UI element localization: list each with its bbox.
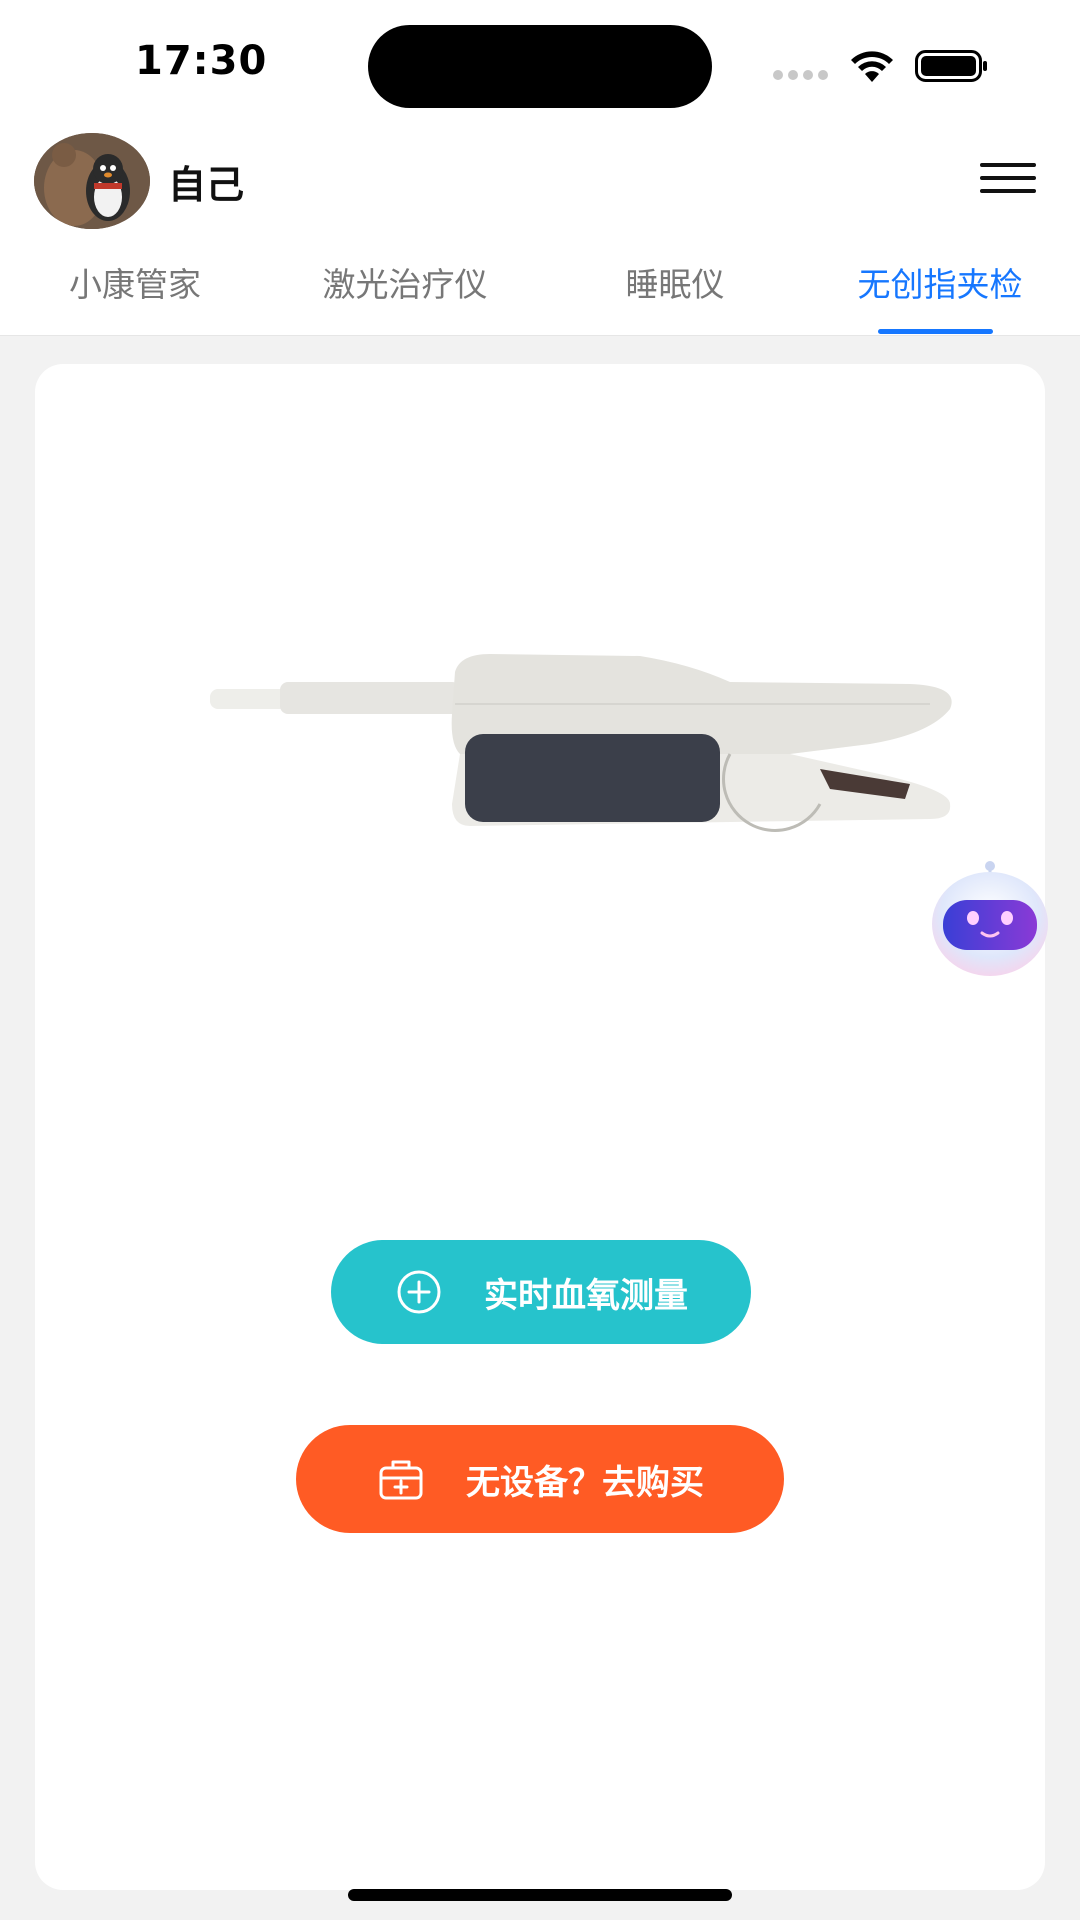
status-bar: 17:30 [0, 0, 1080, 130]
active-tab-indicator [878, 329, 993, 334]
tab-xiaokang-manager[interactable]: 小康管家 [40, 255, 230, 335]
device-tabs: 小康管家 激光治疗仪 睡眠仪 无创指夹检 [0, 255, 1080, 335]
finger-clip-sensor-image [210, 654, 952, 832]
avatar[interactable] [34, 133, 150, 229]
app-header: 自己 小康管家 激光治疗仪 睡眠仪 无创指夹检 [0, 130, 1080, 336]
hamburger-menu-icon[interactable] [980, 163, 1036, 195]
cellular-signal-icon [773, 70, 829, 80]
tab-sleep-device[interactable]: 睡眠仪 [590, 255, 760, 335]
realtime-spo2-measure-button[interactable]: 实时血氧测量 [331, 1240, 751, 1344]
device-card: 实时血氧测量 无设备？去购买 [35, 364, 1045, 1890]
status-time: 17:30 [135, 38, 268, 84]
medical-kit-icon [379, 1460, 423, 1500]
battery-icon [915, 50, 987, 82]
buy-button-label: 无设备？去购买 [466, 1462, 704, 1503]
profile-name[interactable]: 自己 [168, 154, 244, 209]
wifi-icon [851, 51, 893, 82]
measure-button-label: 实时血氧测量 [484, 1275, 688, 1316]
tab-laser-therapy[interactable]: 激光治疗仪 [300, 255, 510, 335]
tab-finger-clip-test[interactable]: 无创指夹检 [840, 255, 1040, 335]
robot-assistant-icon[interactable] [925, 858, 1055, 978]
buy-device-button[interactable]: 无设备？去购买 [296, 1425, 784, 1533]
home-indicator [348, 1889, 732, 1901]
dynamic-island [368, 25, 712, 108]
plus-circle-icon [397, 1270, 441, 1314]
